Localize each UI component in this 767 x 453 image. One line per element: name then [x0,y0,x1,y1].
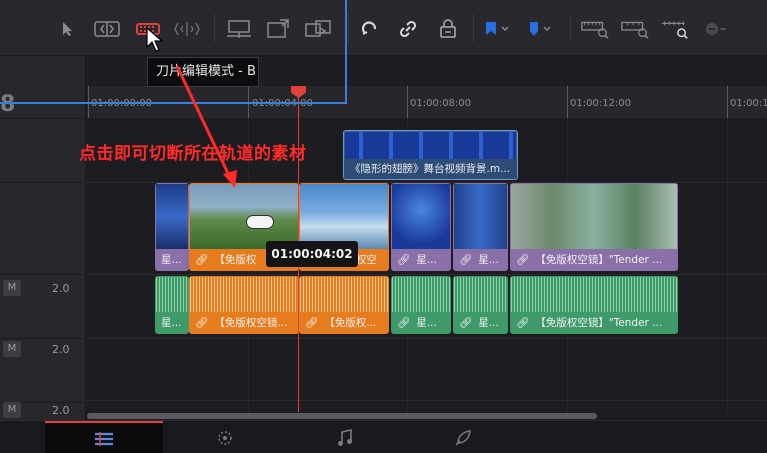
video-clip[interactable]: 🔗︎ 星... [453,183,508,271]
fusion-page-icon[interactable] [166,421,284,453]
ruler-label: 01:00:00:00 [91,98,153,109]
video-clip[interactable]: 🔗︎ 星... [391,183,451,271]
clip-label: 🔗︎ 星... [391,249,451,271]
link-icon: 🔗︎ [305,317,319,329]
link-icon: 🔗︎ [397,317,411,329]
toolbar-separator [570,14,571,42]
mouse-cursor-icon [146,27,164,52]
toolbar-divider [0,55,767,56]
toolbar-separator [473,14,474,42]
zoom-custom-icon[interactable] [660,15,690,43]
overwrite-clip-icon[interactable] [263,15,293,43]
clip-label: 🔗︎ 【免版权空镜】"Tender ... [510,249,678,271]
page-navigation [0,420,767,453]
track-number: 8 [0,92,16,117]
deliver-rocket-icon[interactable] [404,421,522,453]
link-icon: 🔗︎ [459,317,473,329]
mute-button-a3[interactable]: M [3,402,21,418]
audio-clip[interactable]: 星... [155,276,189,334]
zoom-full-icon[interactable] [580,15,610,43]
clip-label: 🔗︎ 【免版权空镜】"Tender ... [510,312,678,334]
annotation-arrow-icon [175,65,237,188]
zoom-out-icon[interactable] [698,15,728,43]
clip-label: 🔗︎ 星... [453,312,508,334]
audio-clip[interactable]: 🔗︎ 【免版权空镜】"Tender ... [510,276,678,334]
video-clip[interactable]: 🔗︎ 【免版权空镜】"Tender ... [510,183,678,271]
ruler-label: 01:00:12:00 [570,98,632,109]
clip-label: 《隐形的翅膀》舞台视频背景.m... [344,159,517,179]
volume-value-a2: 2.0 [52,343,70,356]
link-icon: 🔗︎ [195,317,209,329]
annotation-text: 点击即可切断所在轨道的素材 [79,144,307,164]
flag-icon[interactable] [482,15,512,43]
ruler-label: 01:00:04:00 [252,98,314,109]
edit-toolbar [0,0,767,56]
link-icon[interactable] [393,15,423,43]
audio-clip-split-right[interactable]: 🔗︎ 【免版权... [299,276,389,334]
snapping-icon[interactable] [355,15,385,43]
volume-value-a1: 2.0 [52,282,70,295]
clip-label: 🔗︎ 星... [391,312,451,334]
toolbar-separator [348,14,349,42]
toolbar-separator [214,14,215,42]
scrollbar-thumb[interactable] [87,413,597,419]
playhead-timecode: 01:00:04:02 [266,241,358,267]
ruler-label: 01:00:08:00 [410,98,472,109]
clip-label: 🔗︎ 【免版权空镜... [189,312,299,334]
audio-clip[interactable]: 🔗︎ 星... [453,276,508,334]
lock-icon[interactable] [433,15,463,43]
clip-thumbnail [345,132,516,159]
replace-clip-icon[interactable] [303,15,333,43]
audio-clip[interactable]: 🔗︎ 星... [391,276,451,334]
clip-label: 🔗︎ 【免版权... [299,312,389,334]
clip-label: 星... [161,254,182,266]
pointer-icon[interactable] [53,15,83,43]
link-icon: 🔗︎ [516,254,530,266]
video-clip[interactable]: 星... [155,183,189,271]
volume-value-a3: 2.0 [52,404,70,417]
ruler-label: 01:00:1 [730,98,767,109]
edit-page-icon[interactable] [45,421,163,453]
mute-button-a1[interactable]: M [3,280,21,296]
zoom-detail-icon[interactable] [620,15,650,43]
fairlight-music-icon[interactable] [286,421,404,453]
link-icon: 🔗︎ [516,317,530,329]
mute-button-a2[interactable]: M [3,341,21,357]
link-icon: 🔗︎ [195,254,209,266]
clip-label: 星... [161,317,182,329]
clip-label: 🔗︎ 星... [453,249,508,271]
razor-blade-icon [246,215,274,229]
insert-clip-icon[interactable] [224,15,254,43]
title-clip[interactable]: 《隐形的翅膀》舞台视频背景.m... [343,130,518,180]
dynamic-trim-icon[interactable] [172,15,202,43]
link-icon: 🔗︎ [459,254,473,266]
trim-edit-icon[interactable] [92,15,122,43]
marker-icon[interactable] [525,15,555,43]
audio-clip-split-left[interactable]: 🔗︎ 【免版权空镜... [189,276,299,334]
link-icon: 🔗︎ [397,254,411,266]
